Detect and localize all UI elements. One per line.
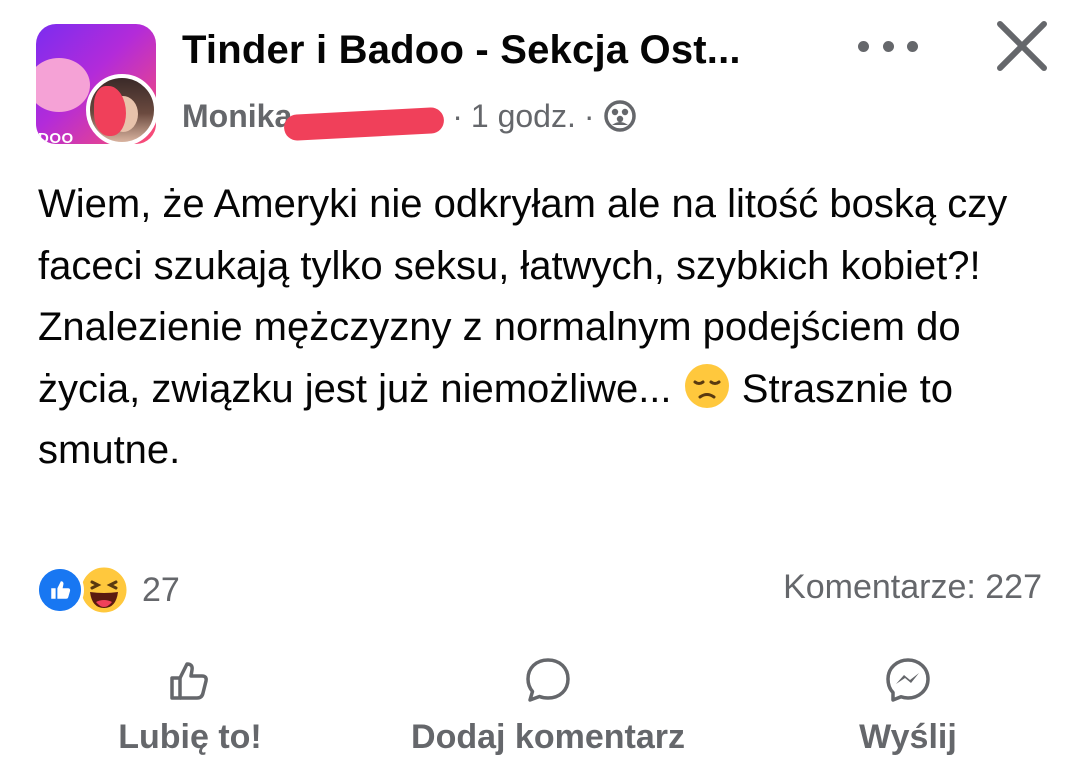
group-members-icon xyxy=(603,100,636,132)
like-label: Lubię to! xyxy=(118,718,262,756)
post-meta: Monika · 1 godz. · xyxy=(182,96,637,142)
group-avatar-text: DOO xyxy=(38,130,74,144)
like-button[interactable]: Lubię to! xyxy=(110,656,270,757)
like-icon xyxy=(36,566,84,614)
author-name-redaction xyxy=(283,106,445,142)
close-icon[interactable] xyxy=(994,18,1050,74)
more-options-button[interactable] xyxy=(858,34,918,58)
meta-separator: · xyxy=(583,97,595,134)
post-body: Wiem, że Ameryki nie odkryłam ale na lit… xyxy=(38,174,1048,482)
dot-icon xyxy=(858,40,869,52)
comment-bubble-icon xyxy=(526,658,570,702)
disappointed-face-emoji xyxy=(684,363,729,408)
meta-separator: · xyxy=(452,97,463,134)
dot-icon xyxy=(907,40,918,52)
send-label: Wyślij xyxy=(859,718,957,756)
comment-button[interactable]: Dodaj komentarz xyxy=(396,656,700,757)
group-name[interactable]: Tinder i Badoo - Sekcja Ost... xyxy=(182,28,822,73)
messenger-icon xyxy=(886,658,930,702)
redaction-scribble xyxy=(94,86,126,136)
haha-icon xyxy=(78,564,130,616)
author-name[interactable]: Monika xyxy=(182,98,292,135)
send-button[interactable]: Wyślij xyxy=(850,656,966,757)
comment-label: Dodaj komentarz xyxy=(411,718,685,756)
post-time[interactable]: 1 godz. xyxy=(471,98,576,135)
author-avatar[interactable] xyxy=(86,74,158,146)
reactions-summary[interactable]: 27 xyxy=(36,562,180,618)
reaction-count: 27 xyxy=(142,570,180,609)
comments-count[interactable]: Komentarze: 227 xyxy=(783,568,1042,607)
thumbs-up-icon xyxy=(170,662,208,700)
group-avatar-graphic xyxy=(36,58,90,112)
dot-icon xyxy=(882,40,894,52)
post-body-paragraph-1: Wiem, że Ameryki nie odkryłam ale na lit… xyxy=(38,182,1019,288)
